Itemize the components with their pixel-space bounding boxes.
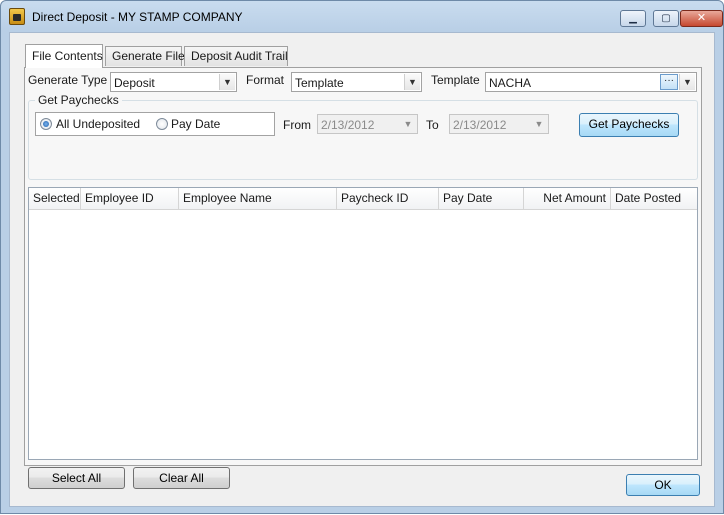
template-label: Template (431, 73, 480, 87)
column-header-paycheck-id[interactable]: Paycheck ID (337, 188, 439, 209)
paychecks-grid[interactable]: Selected Employee ID Employee Name Paych… (28, 187, 698, 460)
pay-date-label[interactable]: Pay Date (171, 117, 220, 131)
clear-all-button[interactable]: Clear All (133, 467, 230, 489)
title-bar[interactable]: Direct Deposit - MY STAMP COMPANY ▁ ▢ ✕ (1, 1, 723, 33)
template-value: NACHA (489, 76, 532, 90)
close-button[interactable]: ✕ (680, 10, 723, 27)
generate-type-label: Generate Type (28, 73, 108, 87)
chevron-down-icon[interactable]: ▼ (219, 74, 235, 90)
browse-template-button[interactable]: ··· (660, 74, 678, 90)
grid-header-row: Selected Employee ID Employee Name Paych… (29, 188, 697, 210)
pay-date-radio[interactable] (156, 118, 168, 130)
chevron-down-icon[interactable]: ▼ (400, 116, 416, 132)
generate-type-dropdown[interactable]: Deposit ▼ (110, 72, 237, 92)
format-value: Template (295, 76, 344, 90)
to-date-picker[interactable]: 2/13/2012 ▼ (449, 114, 549, 134)
client-area: File Contents Generate File Deposit Audi… (9, 32, 715, 507)
column-header-employee-name[interactable]: Employee Name (179, 188, 337, 209)
from-label: From (283, 118, 311, 132)
column-header-net-amount[interactable]: Net Amount (524, 188, 611, 209)
tab-deposit-audit-trail[interactable]: Deposit Audit Trail (184, 46, 288, 66)
column-header-pay-date[interactable]: Pay Date (439, 188, 524, 209)
window-title: Direct Deposit - MY STAMP COMPANY (32, 10, 243, 24)
template-dropdown[interactable]: NACHA ··· ▼ (485, 72, 697, 92)
all-undeposited-label[interactable]: All Undeposited (56, 117, 140, 131)
tab-generate-file[interactable]: Generate File (105, 46, 185, 66)
direct-deposit-window: Direct Deposit - MY STAMP COMPANY ▁ ▢ ✕ … (0, 0, 724, 514)
column-header-date-posted[interactable]: Date Posted (611, 188, 697, 209)
maximize-button[interactable]: ▢ (653, 10, 679, 27)
from-date-picker[interactable]: 2/13/2012 ▼ (317, 114, 418, 134)
get-paychecks-button[interactable]: Get Paychecks (579, 113, 679, 137)
file-contents-panel: Generate Type Deposit ▼ Format Template … (24, 67, 702, 489)
select-all-button[interactable]: Select All (28, 467, 125, 489)
minimize-button[interactable]: ▁ (620, 10, 646, 27)
to-date-value: 2/13/2012 (453, 118, 507, 132)
format-label: Format (246, 73, 285, 87)
generate-type-value: Deposit (114, 76, 155, 90)
ok-button[interactable]: OK (626, 474, 700, 496)
column-header-employee-id[interactable]: Employee ID (81, 188, 179, 209)
chevron-down-icon[interactable]: ▼ (531, 116, 547, 132)
get-paychecks-group-title: Get Paychecks (35, 93, 122, 107)
paycheck-filter-radio-group: All Undeposited Pay Date (35, 112, 275, 136)
chevron-down-icon[interactable]: ▼ (679, 74, 695, 90)
stamp-app-icon (9, 8, 25, 25)
to-label: To (426, 118, 439, 132)
chevron-down-icon[interactable]: ▼ (404, 74, 420, 90)
all-undeposited-radio[interactable] (40, 118, 52, 130)
from-date-value: 2/13/2012 (321, 118, 375, 132)
format-dropdown[interactable]: Template ▼ (291, 72, 422, 92)
column-header-selected[interactable]: Selected (29, 188, 81, 209)
tab-file-contents[interactable]: File Contents (25, 44, 103, 68)
